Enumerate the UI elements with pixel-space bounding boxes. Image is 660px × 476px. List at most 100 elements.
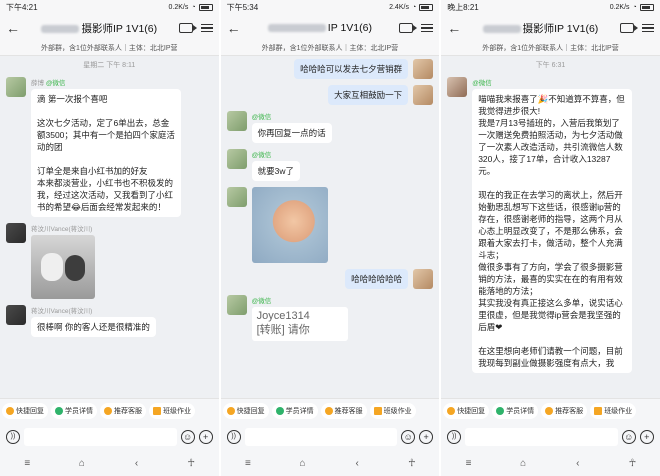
quick-action-bar: 快捷回复 学员详情 推荐客服 班级作业: [220, 398, 440, 424]
avatar[interactable]: [226, 111, 247, 131]
quick-reply-chip[interactable]: 快捷回复: [2, 403, 48, 419]
message-bubble[interactable]: 很棒啊 你的客人还是很精准的: [31, 317, 156, 337]
recommend-service-chip[interactable]: 推荐客服: [541, 403, 588, 419]
nav-menu-icon[interactable]: ≡: [241, 458, 255, 469]
nav-accessibility-icon[interactable]: ☥: [625, 458, 639, 469]
student-detail-chip[interactable]: 学员详情: [271, 403, 318, 419]
voice-icon[interactable]: )): [226, 430, 241, 444]
message-bubble[interactable]: 哈哈哈哈哈哈: [345, 269, 409, 289]
avatar[interactable]: [413, 269, 434, 289]
system-nav-bar: ≡ ⌂ ‹ ☥: [441, 450, 660, 476]
plus-icon[interactable]: +: [419, 430, 434, 444]
sender-name: 蒋汶川Vance(蒋汶川): [31, 226, 93, 233]
plus-icon[interactable]: +: [639, 430, 654, 444]
nav-home-icon[interactable]: ⌂: [75, 458, 89, 469]
quick-reply-chip[interactable]: 快捷回复: [443, 403, 490, 419]
avatar[interactable]: [226, 295, 247, 315]
message-input[interactable]: [465, 428, 618, 446]
quick-reply-chip[interactable]: 快捷回复: [222, 403, 269, 419]
back-arrow-icon[interactable]: ←: [447, 21, 461, 35]
homework-icon: [153, 407, 161, 415]
recommend-service-chip[interactable]: 推荐客服: [320, 403, 367, 419]
nav-accessibility-icon[interactable]: ☥: [405, 458, 419, 469]
emoji-icon[interactable]: ☺: [180, 430, 195, 444]
wechat-tag: @微信: [251, 152, 272, 159]
chat-panel-1: 下午4:21 0.2K/s ◔ ← 摄影师IP 1V1(6) 外部群，含1位外部…: [0, 0, 219, 476]
message-list[interactable]: 星期二 下午 8:11 薛博 @微信 滴 第一次报个喜吧 这次七夕活动，定了6单…: [0, 56, 219, 398]
emoji-icon[interactable]: ☺: [401, 430, 416, 444]
class-homework-chip[interactable]: 班级作业: [590, 403, 637, 419]
avatar[interactable]: [6, 223, 26, 243]
nav-home-icon[interactable]: ⌂: [516, 458, 530, 469]
video-call-icon[interactable]: [178, 23, 197, 33]
status-icons: 0.2K/s ◔: [610, 3, 654, 11]
nav-menu-icon[interactable]: ≡: [462, 458, 476, 469]
status-time: 下午4:21: [6, 2, 38, 12]
voice-icon[interactable]: )): [447, 430, 462, 444]
recommend-service-chip[interactable]: 推荐客服: [100, 403, 146, 419]
nav-menu-icon[interactable]: ≡: [20, 458, 34, 469]
class-homework-chip[interactable]: 班级作业: [369, 403, 416, 419]
student-detail-chip[interactable]: 学员详情: [51, 403, 97, 419]
avatar[interactable]: [447, 77, 468, 97]
menu-icon[interactable]: [421, 23, 434, 33]
message-bubble[interactable]: 滴 第一次报个喜吧 这次七夕活动，定了6单出去，总金额3500；其中有一个是拍四…: [31, 89, 181, 217]
nav-back-icon[interactable]: ‹: [130, 458, 144, 469]
message-bubble[interactable]: 哈哈哈可以发去七夕营销群: [294, 59, 409, 79]
chip-label: 班级作业: [604, 408, 633, 415]
status-icons: 2.4K/s ◔: [389, 3, 434, 11]
plus-icon[interactable]: +: [198, 430, 213, 444]
message-input[interactable]: [24, 428, 177, 446]
wifi-icon: ◔: [632, 3, 637, 11]
video-call-icon[interactable]: [619, 23, 638, 33]
chat-panel-3: 晚上8:21 0.2K/s ◔ ← 摄影师IP 1V1(6) 外部群，含1位外部…: [441, 0, 660, 476]
nav-home-icon[interactable]: ⌂: [296, 458, 310, 469]
homework-icon: [594, 407, 603, 415]
back-arrow-icon[interactable]: ←: [227, 21, 241, 35]
service-icon: [104, 407, 112, 415]
avatar[interactable]: [6, 77, 26, 97]
voice-icon[interactable]: )): [6, 430, 20, 444]
avatar[interactable]: [6, 305, 26, 325]
battery-icon: [198, 3, 213, 11]
sticker-image[interactable]: [251, 187, 328, 263]
chat-title: 摄影师IP 1V1(6): [20, 21, 179, 36]
message-list[interactable]: 哈哈哈可以发去七夕营销群 大家互相鼓励一下 @微信 你再回复一点的话 @微信 就…: [221, 56, 440, 398]
chip-label: 学员详情: [285, 408, 314, 415]
message-list[interactable]: 下午 6:31 @微信 喵喵我来报喜了🎉不知道算不算喜，但我觉得进步很大! 我是…: [441, 56, 660, 398]
student-detail-chip[interactable]: 学员详情: [492, 403, 539, 419]
message-bubble[interactable]: 就要3w了: [251, 161, 300, 181]
chat-title-text: 摄影师IP 1V1(6): [522, 22, 599, 35]
sender-name: @微信: [252, 111, 332, 121]
avatar[interactable]: [413, 59, 434, 79]
message-row: 哈哈哈哈哈哈: [221, 266, 440, 292]
back-arrow-icon[interactable]: ←: [6, 21, 20, 35]
avatar[interactable]: [226, 187, 247, 207]
nav-accessibility-icon[interactable]: ☥: [184, 458, 198, 469]
message-bubble[interactable]: 你再回复一点的话: [251, 123, 332, 143]
avatar[interactable]: [226, 149, 247, 169]
blurred-name: [482, 24, 521, 33]
cat-photo-image[interactable]: [31, 235, 95, 299]
message-row: 薛博 @微信 滴 第一次报个喜吧 这次七夕活动，定了6单出去，总金额3500；其…: [0, 74, 219, 220]
message-row: @微信 就要3w了: [221, 146, 440, 184]
menu-icon[interactable]: [641, 23, 654, 33]
group-subtitle: 外部群，含1位外部联系人｜主体：北北IP营: [441, 42, 660, 56]
transfer-message[interactable]: Joyce1314 [转账] 请你: [251, 307, 348, 341]
message-input[interactable]: [244, 428, 398, 446]
message-timestamp: 星期二 下午 8:11: [83, 62, 136, 69]
message-row: 蒋汶川Vance(蒋汶川): [0, 220, 219, 302]
chip-label: 快捷回复: [16, 408, 44, 415]
screenshot-collage: 下午4:21 0.2K/s ◔ ← 摄影师IP 1V1(6) 外部群，含1位外部…: [0, 0, 660, 476]
message-body: [251, 187, 328, 263]
video-call-icon[interactable]: [399, 23, 418, 33]
menu-icon[interactable]: [200, 23, 213, 33]
message-bubble[interactable]: 喵喵我来报喜了🎉不知道算不算喜，但我觉得进步很大! 我是7月13号插班的，入营后…: [472, 89, 633, 373]
class-homework-chip[interactable]: 班级作业: [149, 403, 195, 419]
nav-back-icon[interactable]: ‹: [571, 458, 585, 469]
chip-label: 班级作业: [163, 408, 191, 415]
emoji-icon[interactable]: ☺: [621, 430, 636, 444]
nav-back-icon[interactable]: ‹: [350, 458, 364, 469]
message-bubble[interactable]: 大家互相鼓励一下: [328, 85, 409, 105]
avatar[interactable]: [413, 85, 434, 105]
